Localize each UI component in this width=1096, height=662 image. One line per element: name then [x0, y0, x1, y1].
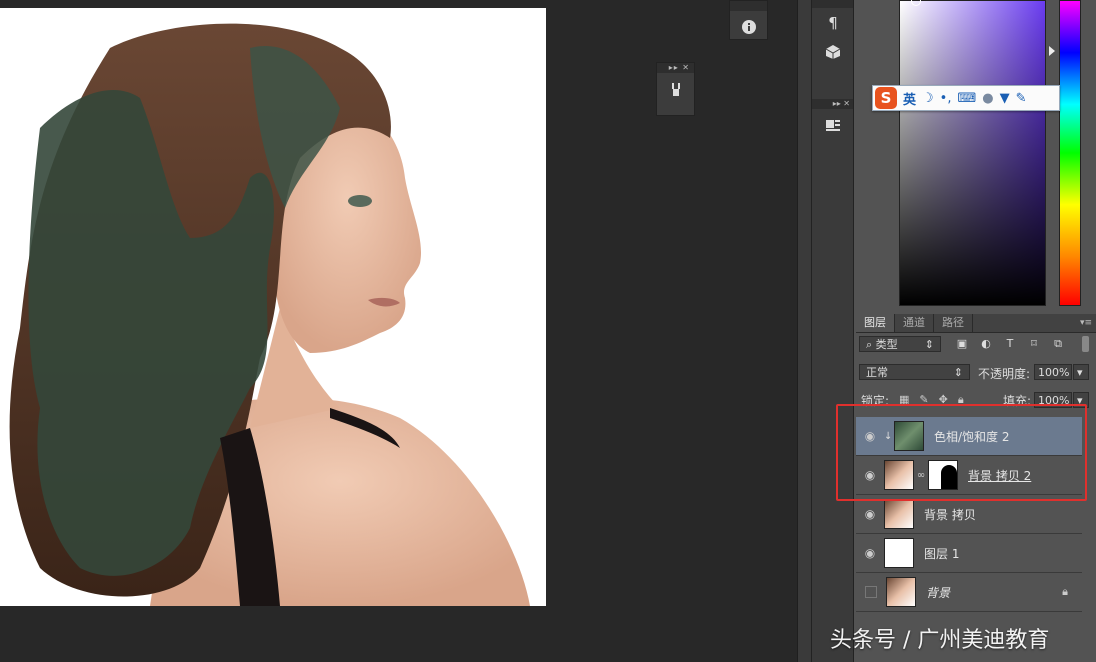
document-canvas[interactable]	[0, 8, 546, 606]
smartobject-filter-icon[interactable]: ⧉	[1051, 337, 1065, 351]
blend-mode-select[interactable]: 正常 ⇕	[859, 364, 970, 380]
panel-grip[interactable]	[730, 1, 767, 11]
moon-icon[interactable]: ☽	[922, 91, 934, 106]
layer-name[interactable]: 背景 拷贝	[924, 506, 976, 523]
tab-paths[interactable]: 路径	[934, 314, 973, 332]
hue-slider-pointer[interactable]	[1049, 46, 1055, 56]
select-arrows-icon: ⇕	[953, 366, 963, 379]
shape-filter-icon[interactable]: ⌑	[1027, 337, 1041, 351]
watermark: 头条号 / 广州美迪教育	[830, 628, 1050, 653]
lock-icon: 🔒︎	[1062, 585, 1068, 598]
ime-toolbar[interactable]: S 英 ☽ •, ⌨ ● ▼ ✎	[872, 85, 1060, 111]
keyboard-icon[interactable]: ⌨	[957, 91, 976, 106]
layer-row[interactable]: 背景 🔒︎	[856, 573, 1082, 612]
user-icon[interactable]: ●	[982, 91, 993, 106]
type-filter-icon[interactable]: T	[1003, 337, 1017, 351]
dock-strip	[797, 0, 812, 662]
tab-layers[interactable]: 图层	[856, 314, 895, 332]
eye-icon[interactable]: ◉	[856, 507, 884, 521]
shirt-icon[interactable]: ▼	[1000, 91, 1010, 106]
highlight-box	[836, 404, 1087, 501]
layer-filter-select[interactable]: ⌕ 类型 ⇕	[859, 336, 941, 352]
panel-menu-icon[interactable]: ▾≡	[1080, 314, 1096, 332]
info-panel-collapsed[interactable]	[729, 0, 768, 40]
opacity-input[interactable]: 100%	[1034, 364, 1072, 380]
paragraph-icon[interactable]: ¶	[820, 10, 846, 36]
layer-name[interactable]: 背景	[926, 584, 950, 601]
tab-channels[interactable]: 通道	[895, 314, 934, 332]
opacity-label: 不透明度:	[978, 367, 1031, 381]
visibility-toggle[interactable]	[865, 586, 877, 598]
blend-mode-value: 正常	[866, 366, 888, 379]
layer-row[interactable]: ◉ 图层 1	[856, 534, 1082, 573]
icon-dock: ¶ ▸▸ ✕	[811, 0, 854, 662]
panel-collapse-close[interactable]: ▸▸ ✕	[812, 99, 854, 109]
wrench-icon[interactable]: ✎	[1016, 91, 1027, 106]
search-icon: ⌕	[866, 338, 876, 351]
select-arrows-icon: ⇕	[924, 338, 934, 351]
image-filter-icon[interactable]: ▣	[955, 337, 969, 351]
color-picker-field[interactable]	[899, 0, 1046, 306]
hue-slider[interactable]	[1059, 0, 1081, 306]
ime-mode[interactable]: 英	[903, 89, 916, 108]
layers-panel-tabs: 图层 通道 路径 ▾≡	[856, 314, 1096, 333]
double-exposure-artwork	[9, 23, 530, 606]
filter-icons: ▣ ◐ T ⌑ ⧉	[955, 337, 1065, 351]
opacity-dropdown[interactable]: ▾	[1073, 364, 1089, 380]
layer-thumbnail	[884, 499, 914, 529]
sogou-logo[interactable]: S	[875, 87, 897, 109]
brush-presets-icon[interactable]	[663, 76, 689, 102]
3d-cube-icon[interactable]	[820, 39, 846, 65]
properties-icon[interactable]	[820, 112, 846, 138]
layer-thumbnail	[886, 577, 916, 607]
layer-filter-label: 类型	[875, 338, 898, 351]
punctuation-icon[interactable]: •,	[940, 91, 952, 106]
info-icon[interactable]	[736, 14, 762, 40]
layer-name[interactable]: 图层 1	[924, 545, 959, 562]
panel-collapse-close[interactable]: ▸▸ ✕	[657, 63, 694, 73]
filter-toggle[interactable]	[1082, 336, 1089, 352]
brush-panel-collapsed[interactable]: ▸▸ ✕	[656, 62, 695, 116]
adjustment-filter-icon[interactable]: ◐	[979, 337, 993, 351]
eye-icon[interactable]: ◉	[856, 546, 884, 560]
layer-thumbnail	[884, 538, 914, 568]
